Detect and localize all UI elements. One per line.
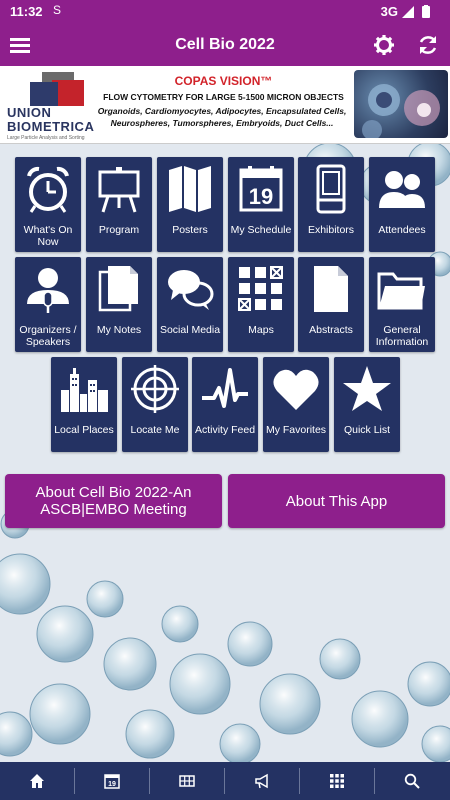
- city-icon: [61, 368, 108, 412]
- tile-exhibitors[interactable]: Exhibitors: [298, 157, 364, 252]
- tile-my-schedule[interactable]: 19 My Schedule: [228, 157, 294, 252]
- heart-icon: [273, 369, 319, 410]
- about-meeting-button[interactable]: About Cell Bio 2022-An ASCB|EMBO Meeting: [5, 474, 222, 528]
- tile-program[interactable]: Program: [86, 157, 152, 252]
- union-biometrica-logo: UNION BIOMETRICA Large Particle Analysis…: [2, 70, 95, 141]
- battery-icon: [422, 6, 430, 18]
- tile-label: Local Places: [54, 424, 114, 436]
- tile-label: Exhibitors: [307, 224, 355, 236]
- nav-grid[interactable]: [150, 762, 225, 800]
- tile-label: Attendees: [378, 224, 426, 236]
- tile-quick-list[interactable]: Quick List: [334, 357, 400, 452]
- search-icon: [404, 773, 420, 789]
- status-bar: 11:32 S 3G: [0, 0, 450, 24]
- alarm-clock-icon: [27, 166, 69, 213]
- floorplan-icon: [238, 266, 283, 311]
- map-folds-icon: [169, 166, 211, 212]
- tile-label: Program: [98, 224, 140, 236]
- star-icon: [343, 366, 391, 411]
- tile-locate-me[interactable]: Locate Me: [122, 357, 188, 452]
- tile-abstracts[interactable]: Abstracts: [298, 257, 364, 352]
- tile-organizers-speakers[interactable]: Organizers / Speakers: [15, 257, 81, 352]
- tile-label: My Notes: [96, 324, 142, 336]
- home-icon: [30, 774, 44, 788]
- easel-icon: [98, 167, 140, 213]
- nav-search[interactable]: [375, 762, 450, 800]
- refresh-icon: [419, 36, 437, 54]
- crosshair-icon: [131, 365, 179, 413]
- network-type: 3G: [380, 4, 398, 19]
- speaker-icon: [27, 268, 69, 313]
- nav-calendar-day: 19: [108, 781, 116, 788]
- tile-label: My Favorites: [265, 424, 327, 436]
- tile-posters[interactable]: Posters: [157, 157, 223, 252]
- banner-title: COPAS VISION™: [174, 74, 273, 88]
- settings-button[interactable]: [372, 33, 396, 57]
- tile-label: What's On Now: [23, 224, 73, 248]
- folder-icon: [377, 272, 425, 310]
- nav-announcements[interactable]: [225, 762, 300, 800]
- document-icon: [314, 266, 348, 312]
- app-bar: Cell Bio 2022: [0, 24, 450, 66]
- tile-maps[interactable]: Maps: [228, 257, 294, 352]
- tile-label: Abstracts: [309, 324, 353, 336]
- sponsor-banner[interactable]: UNION BIOMETRICA Large Particle Analysis…: [0, 66, 450, 144]
- signal-battery-icons: [402, 5, 442, 22]
- tile-label: Social Media: [159, 324, 221, 336]
- sim-icon: S: [53, 3, 62, 17]
- tile-label: Organizers / Speakers: [19, 324, 77, 348]
- tile-label: Activity Feed: [194, 424, 256, 436]
- signal-icon: [402, 6, 414, 18]
- tile-what-s-on-now[interactable]: What's On Now: [15, 157, 81, 252]
- people-icon: [379, 171, 425, 208]
- gear-icon: [374, 35, 394, 55]
- tile-label: My Schedule: [230, 224, 292, 236]
- banner-description: Organoids, Cardiomyocytes, Adipocytes, E…: [97, 106, 347, 128]
- status-time: 11:32: [10, 4, 43, 19]
- logo-tagline: Large Particle Analysis and Sorting: [7, 135, 85, 141]
- calendar-icon: 19: [104, 774, 120, 789]
- about-app-button[interactable]: About This App: [228, 474, 445, 528]
- tile-label: Posters: [172, 224, 208, 236]
- notes-icon: [98, 266, 138, 312]
- calendar-icon: 19: [239, 166, 283, 212]
- nav-apps[interactable]: [300, 762, 375, 800]
- bottom-nav: 19: [0, 762, 450, 800]
- tile-my-notes[interactable]: My Notes: [86, 257, 152, 352]
- tile-attendees[interactable]: Attendees: [369, 157, 435, 252]
- schedule-day: 19: [249, 184, 273, 209]
- cell-image: [354, 70, 448, 138]
- tile-activity-feed[interactable]: Activity Feed: [192, 357, 258, 452]
- tile-label: Maps: [248, 324, 274, 336]
- grid-icon: [179, 775, 195, 787]
- chat-bubbles-icon: [168, 270, 214, 310]
- tile-local-places[interactable]: Local Places: [51, 357, 117, 452]
- tile-general-information[interactable]: General Information: [369, 257, 435, 352]
- nav-schedule[interactable]: 19: [75, 762, 150, 800]
- banner-subtitle: FLOW CYTOMETRY FOR LARGE 5-1500 MICRON O…: [103, 92, 344, 102]
- pulse-icon: [202, 368, 248, 408]
- refresh-button[interactable]: [416, 33, 440, 57]
- megaphone-icon: [255, 773, 268, 789]
- tile-label: General Information: [375, 324, 429, 348]
- apps-icon: [330, 774, 344, 788]
- tile-label: Locate Me: [130, 424, 180, 436]
- booth-icon: [316, 164, 346, 214]
- tile-label: Quick List: [343, 424, 391, 436]
- nav-home[interactable]: [0, 762, 75, 800]
- tile-my-favorites[interactable]: My Favorites: [263, 357, 329, 452]
- tile-social-media[interactable]: Social Media: [157, 257, 223, 352]
- logo-line1: UNION: [7, 105, 52, 120]
- logo-line2: BIOMETRICA: [7, 119, 95, 134]
